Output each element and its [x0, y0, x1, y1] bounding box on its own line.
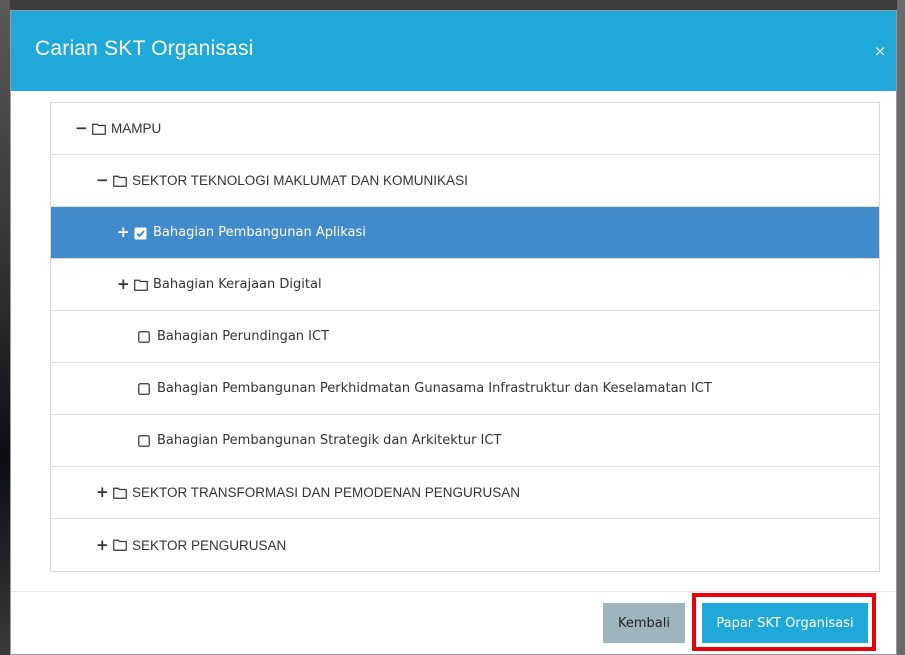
tree-node-bahagian-kerajaan-digital[interactable]: + Bahagian Kerajaan Digital: [51, 259, 879, 311]
modal-dialog: Carian SKT Organisasi × − MAMPU − SEKTOR…: [10, 10, 897, 655]
tree-node-label: Bahagian Pembangunan Aplikasi: [153, 225, 366, 240]
tree-node-label: MAMPU: [111, 121, 162, 136]
tree-node-sektor-tmk[interactable]: − SEKTOR TEKNOLOGI MAKLUMAT DAN KOMUNIKA…: [51, 155, 879, 207]
expand-plus-icon[interactable]: +: [96, 485, 111, 500]
close-icon[interactable]: ×: [870, 41, 890, 61]
back-button[interactable]: Kembali: [603, 603, 685, 643]
expand-plus-icon[interactable]: +: [117, 277, 132, 292]
modal-title: Carian SKT Organisasi: [35, 37, 254, 60]
collapse-minus-icon[interactable]: −: [96, 173, 111, 188]
folder-icon: [113, 487, 128, 499]
organisation-tree: − MAMPU − SEKTOR TEKNOLOGI MAKLUMAT DAN …: [50, 102, 880, 572]
tree-node-bahagian-perkhidmatan-gunasama[interactable]: Bahagian Pembangunan Perkhidmatan Gunasa…: [51, 363, 879, 415]
square-icon[interactable]: [138, 434, 153, 447]
checked-checkbox-icon[interactable]: [134, 227, 149, 239]
modal-header: Carian SKT Organisasi ×: [11, 11, 896, 91]
folder-icon: [113, 539, 128, 551]
tree-node-label: SEKTOR TEKNOLOGI MAKLUMAT DAN KOMUNIKASI: [132, 173, 468, 188]
tree-node-label: Bahagian Kerajaan Digital: [153, 277, 322, 292]
expand-plus-icon[interactable]: +: [96, 537, 111, 552]
folder-icon: [113, 175, 128, 187]
tree-node-sektor-transformasi[interactable]: + SEKTOR TRANSFORMASI DAN PEMODENAN PENG…: [51, 467, 879, 519]
tree-node-mampu[interactable]: − MAMPU: [51, 103, 879, 155]
square-icon[interactable]: [138, 382, 153, 395]
backdrop-right: [897, 0, 905, 655]
tree-node-label: Bahagian Pembangunan Strategik dan Arkit…: [157, 433, 502, 448]
expand-plus-icon[interactable]: +: [117, 225, 132, 240]
tree-node-bahagian-perundingan-ict[interactable]: Bahagian Perundingan ICT: [51, 311, 879, 363]
backdrop-left: [0, 0, 10, 655]
tree-node-bahagian-strategik-arkitektur[interactable]: Bahagian Pembangunan Strategik dan Arkit…: [51, 415, 879, 467]
folder-icon: [92, 123, 107, 135]
square-icon[interactable]: [138, 330, 153, 343]
folder-icon: [134, 279, 149, 291]
show-skt-organisation-button[interactable]: Papar SKT Organisasi: [702, 603, 868, 643]
tree-node-label: Bahagian Perundingan ICT: [157, 329, 330, 344]
footer-divider: [11, 591, 896, 592]
tree-node-sektor-pengurusan[interactable]: + SEKTOR PENGURUSAN: [51, 519, 879, 571]
collapse-minus-icon[interactable]: −: [75, 121, 90, 136]
tree-node-label: SEKTOR PENGURUSAN: [132, 537, 287, 553]
tree-node-bahagian-pembangunan-aplikasi[interactable]: + Bahagian Pembangunan Aplikasi: [51, 207, 879, 259]
tree-node-label: SEKTOR TRANSFORMASI DAN PEMODENAN PENGUR…: [132, 485, 521, 500]
tree-node-label: Bahagian Pembangunan Perkhidmatan Gunasa…: [157, 381, 712, 396]
